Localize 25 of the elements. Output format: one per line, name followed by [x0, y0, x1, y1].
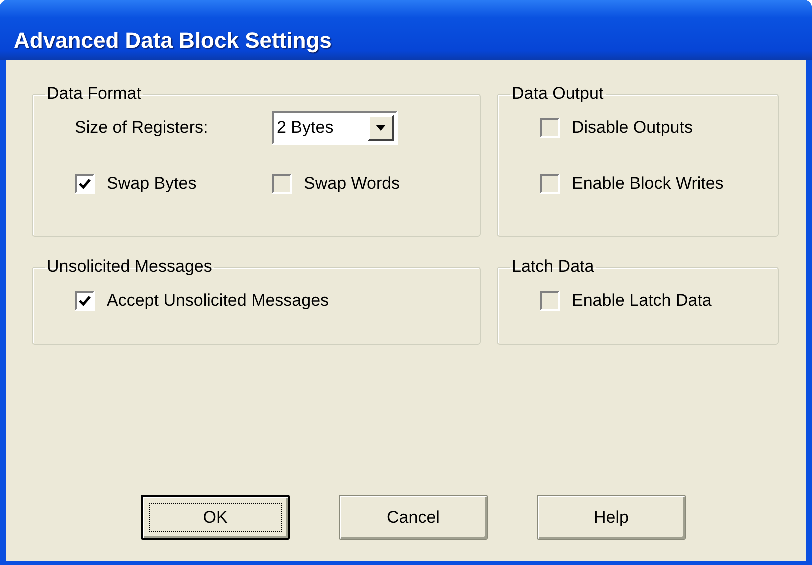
checkbox-option[interactable]: Enable Latch Data	[540, 291, 778, 311]
checkbox-option[interactable]: Disable Outputs	[540, 118, 778, 138]
group-title: Unsolicited Messages	[46, 257, 214, 277]
field-label: Size of Registers:	[75, 118, 210, 138]
dialog-button[interactable]: Cancel	[339, 495, 488, 540]
checkbox[interactable]	[540, 291, 560, 311]
checkbox-option[interactable]: Accept Unsolicited Messages	[75, 291, 480, 311]
checkbox[interactable]	[540, 118, 560, 138]
dialog-button[interactable]: OK	[141, 495, 290, 540]
checkbox[interactable]	[540, 174, 560, 194]
checkbox[interactable]	[75, 291, 95, 311]
group-title: Latch Data	[511, 257, 596, 277]
dialog-button[interactable]: Help	[537, 495, 686, 540]
checkbox[interactable]	[272, 174, 292, 194]
checkbox-option[interactable]: Swap Bytes	[75, 174, 272, 194]
dropdown[interactable]: 2 Bytes	[272, 111, 398, 145]
window-title: Advanced Data Block Settings	[14, 27, 332, 54]
caret-icon	[376, 125, 386, 131]
check-icon	[79, 178, 91, 190]
checkbox[interactable]	[75, 174, 95, 194]
check-icon	[79, 296, 91, 306]
group-title: Data Output	[511, 84, 605, 104]
checkbox-option[interactable]: Enable Block Writes	[540, 174, 778, 194]
group-title: Data Format	[46, 84, 142, 104]
checkbox-option[interactable]: Swap Words	[272, 174, 480, 194]
